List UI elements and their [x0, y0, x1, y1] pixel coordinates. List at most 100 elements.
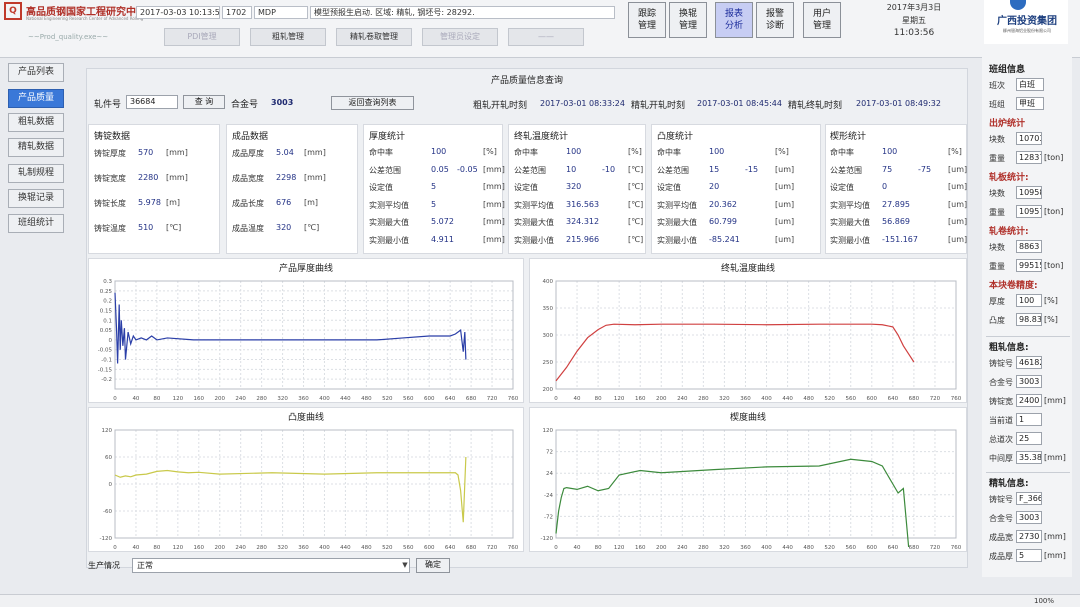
confirm-button[interactable]: 确定 — [416, 558, 450, 573]
temperature-stats-row-value: 100 — [566, 147, 582, 156]
x-tick-label: 440 — [782, 396, 793, 402]
separator — [986, 336, 1070, 337]
org-subtitle: National Engineering Research Center of … — [26, 16, 144, 21]
rough-info-row-unit: [mm] — [1044, 453, 1066, 462]
x-tick-label: 200 — [656, 396, 667, 402]
furnace-row-value: 10703 — [1016, 132, 1042, 145]
temperature-stats-row-label: 命中率 — [514, 148, 538, 157]
x-tick-label: 520 — [382, 545, 393, 551]
sidebar-item-rough-data[interactable]: 粗轧数据 — [8, 113, 64, 132]
temperature-stats-row-value: 316.563 — [566, 199, 600, 209]
crown-stats-title: 凸度统计 — [657, 132, 694, 142]
x-tick-label: 480 — [361, 545, 372, 551]
sidebar-item-product-quality[interactable]: 产品质量 — [8, 89, 64, 108]
x-tick-label: 160 — [635, 396, 646, 402]
shift-row-label: 班次 — [989, 81, 1005, 90]
user-manage-button[interactable]: 用户 管理 — [803, 2, 841, 38]
wedge-stats-row-unit: [um] — [948, 182, 968, 191]
x-tick-label: 360 — [298, 396, 309, 402]
pdi-manage-button[interactable]: PDI管理 — [164, 28, 240, 46]
crown-stats-row-label: 实测最大值 — [657, 218, 697, 227]
y-tick-label: 60 — [105, 455, 112, 461]
production-status-select[interactable]: 正常 — [132, 558, 410, 573]
product-row-value: 2298 — [276, 173, 297, 182]
rough-manage-button[interactable]: 粗轧管理 — [250, 28, 326, 46]
report-line2: 分析 — [724, 21, 743, 31]
accuracy-row-unit: [%] — [1044, 315, 1058, 324]
y-tick-label: 0 — [109, 338, 113, 344]
roll-no-input[interactable]: 36684 — [126, 95, 178, 109]
sidebar-item-product-list[interactable]: 产品列表 — [8, 63, 64, 82]
x-tick-label: 760 — [508, 396, 519, 402]
x-tick-label: 120 — [614, 545, 625, 551]
x-tick-label: 360 — [740, 396, 751, 402]
x-tick-label: 560 — [403, 396, 414, 402]
wedge-stats-row-label: 公差范围 — [830, 165, 862, 175]
temperature-stats-row-unit: [℃] — [628, 234, 644, 244]
x-tick-label: 720 — [487, 396, 498, 402]
x-tick-label: 120 — [614, 396, 625, 402]
furnace-row-label: 块数 — [989, 135, 1005, 144]
x-tick-label: 120 — [173, 396, 184, 402]
thickness-stats-row-unit: [mm] — [483, 199, 505, 209]
finish-info-row-unit: [mm] — [1044, 551, 1066, 560]
sidebar-item-roll-change-record[interactable]: 换辊记录 — [8, 189, 64, 208]
y-tick-label: 24 — [546, 471, 553, 477]
x-tick-label: 680 — [909, 396, 920, 402]
thickness-stats-row-unit: [mm] — [483, 164, 505, 174]
x-tick-label: 320 — [277, 545, 288, 551]
ingot-row-label: 铸锭宽度 — [94, 174, 126, 183]
x-tick-label: 240 — [235, 396, 246, 402]
admin-settings-button[interactable]: 管理员设定 — [422, 28, 498, 46]
alloy-value: 3003 — [271, 98, 294, 107]
rough-info-row-value: 46182B — [1016, 356, 1042, 369]
x-tick-label: 560 — [403, 545, 414, 551]
rough-info-row-label: 当前道 — [989, 416, 1013, 425]
ingot-row-value: 2280 — [138, 173, 159, 182]
report-analysis-button[interactable]: 报表 分析 — [715, 2, 753, 38]
finish-coil-manage-button[interactable]: 精轧卷取管理 — [336, 28, 412, 46]
y-tick-label: -24 — [544, 493, 553, 499]
tracking-manage-button[interactable]: 跟踪 管理 — [628, 2, 666, 38]
ingot-row-value: 510 — [138, 223, 154, 232]
x-tick-label: 400 — [319, 396, 330, 402]
coil-stats-title: 轧卷统计: — [989, 227, 1029, 237]
alarm-line1: 报警 — [765, 9, 784, 19]
alloy-label: 合金号 — [231, 100, 259, 110]
extra-button[interactable]: —— — [508, 28, 584, 46]
crown-stats-row-value: 20 — [709, 182, 720, 191]
temperature-series-line — [555, 323, 915, 382]
product-row-value: 5.04 — [276, 148, 294, 157]
current-weekday: 星期五 — [902, 16, 926, 25]
sidebar-item-finish-data[interactable]: 精轧数据 — [8, 138, 64, 157]
crown-stats-row-value: 60.799 — [709, 217, 737, 226]
rough-info-row-label: 铸锭号 — [989, 359, 1013, 368]
wedge-stats-row-value: 0 — [882, 182, 888, 191]
ingot-title: 铸锭数据 — [94, 132, 131, 142]
y-tick-label: 120 — [102, 428, 113, 434]
x-tick-label: 320 — [277, 396, 288, 402]
sidebar-item-shift-stats[interactable]: 班组统计 — [8, 214, 64, 233]
y-tick-label: -0.15 — [98, 367, 113, 373]
product-row-label: 成品厚度 — [232, 149, 264, 158]
x-tick-label: 240 — [677, 545, 688, 551]
thickness-stats-row-unit: [%] — [483, 147, 497, 156]
zoom-level: 100% — [1034, 597, 1055, 605]
finish-info-row-value: F_36694B — [1016, 492, 1042, 505]
alarm-diagnosis-button[interactable]: 报警 诊断 — [756, 2, 794, 38]
x-tick-label: 160 — [194, 545, 205, 551]
query-button[interactable]: 查 询 — [183, 95, 225, 109]
x-tick-label: 600 — [424, 545, 435, 551]
thickness-stats-row-value: 5 — [431, 182, 437, 191]
roll-change-line2: 管理 — [678, 21, 697, 31]
roll-change-manage-button[interactable]: 换辊 管理 — [669, 2, 707, 38]
thickness-stats-row-value: 100 — [431, 147, 447, 156]
chevron-down-icon[interactable]: ▼ — [400, 558, 410, 573]
back-to-list-button[interactable]: 返回查询列表 — [331, 96, 414, 110]
x-tick-label: 40 — [132, 545, 139, 551]
x-tick-label: 200 — [214, 396, 225, 402]
sidebar-item-rolling-schedule[interactable]: 轧制规程 — [8, 164, 64, 183]
coil-stats-row-unit: [ton] — [1044, 261, 1064, 270]
y-tick-label: 0.15 — [100, 308, 113, 314]
thickness-stats-row-label: 实测最大值 — [369, 218, 409, 227]
